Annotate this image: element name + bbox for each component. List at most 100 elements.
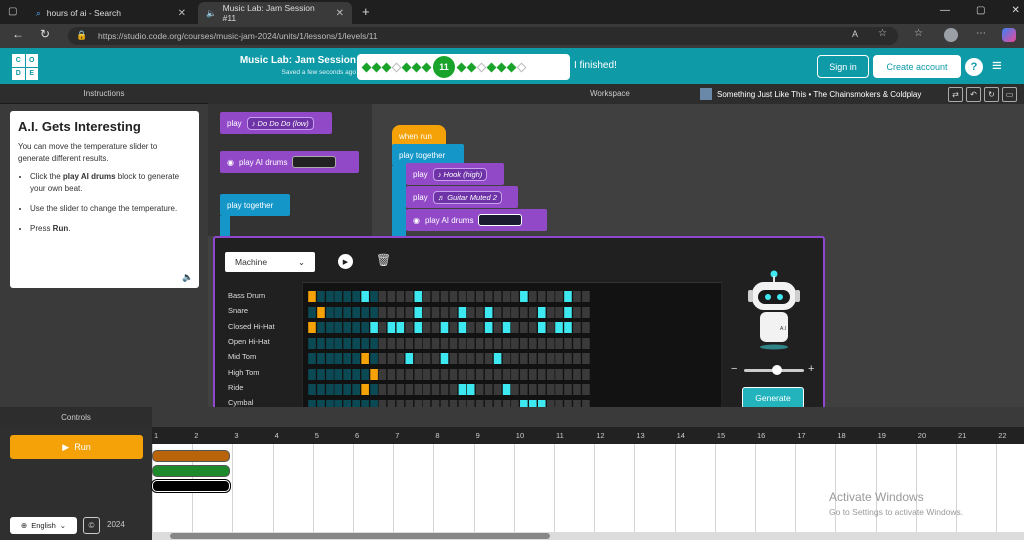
beat-cell[interactable]: [546, 337, 555, 349]
beat-cell[interactable]: [405, 353, 413, 364]
level-dot[interactable]: [456, 62, 467, 72]
generate-button[interactable]: Generate: [742, 387, 804, 409]
beat-cell[interactable]: [537, 353, 546, 364]
beat-cell[interactable]: [458, 368, 466, 380]
current-level-badge[interactable]: 11: [433, 56, 455, 78]
beat-cell[interactable]: [396, 337, 405, 349]
beat-cell[interactable]: [573, 337, 581, 349]
beat-cell[interactable]: [493, 291, 502, 302]
beat-cell[interactable]: [546, 322, 555, 333]
beat-cell[interactable]: [308, 306, 316, 318]
beat-cell[interactable]: [564, 291, 572, 302]
beat-cell[interactable]: [493, 384, 502, 395]
beat-cell[interactable]: [502, 291, 511, 302]
beat-cell[interactable]: [537, 337, 546, 349]
beat-cell[interactable]: [581, 306, 590, 318]
beat-cell[interactable]: [396, 322, 405, 333]
close-tab-icon[interactable]: ✕: [336, 8, 344, 19]
beat-cell[interactable]: [581, 353, 590, 364]
beat-cell[interactable]: [387, 368, 396, 380]
beat-cell[interactable]: [511, 384, 519, 395]
measure-number[interactable]: 16: [757, 431, 765, 440]
beat-cell[interactable]: [555, 353, 564, 364]
beat-cell[interactable]: [440, 353, 449, 364]
beat-cell[interactable]: [317, 384, 325, 395]
beat-cell[interactable]: [520, 322, 528, 333]
level-dot[interactable]: [476, 62, 487, 72]
beat-cell[interactable]: [431, 306, 440, 318]
beat-cell[interactable]: [431, 322, 440, 333]
beat-cell[interactable]: [493, 337, 502, 349]
beat-cell[interactable]: [546, 291, 555, 302]
beat-cell[interactable]: [458, 384, 466, 395]
toolbox-play-together-block[interactable]: play together: [220, 194, 290, 216]
beat-cell[interactable]: [440, 322, 449, 333]
create-account-button[interactable]: Create account: [873, 55, 961, 78]
level-dot[interactable]: [391, 62, 402, 72]
beat-cell[interactable]: [484, 306, 493, 318]
sign-in-button[interactable]: Sign in: [817, 55, 869, 78]
beat-cell[interactable]: [528, 368, 537, 380]
beat-cell[interactable]: [467, 337, 475, 349]
language-selector[interactable]: ⊕ English ⌄: [10, 517, 77, 534]
beat-cell[interactable]: [555, 384, 564, 395]
beat-cell[interactable]: [467, 384, 475, 395]
beat-cell[interactable]: [546, 384, 555, 395]
level-dot[interactable]: [421, 62, 432, 72]
beat-cell[interactable]: [555, 337, 564, 349]
beat-cell[interactable]: [352, 353, 360, 364]
beat-cell[interactable]: [431, 368, 440, 380]
beat-cell[interactable]: [467, 306, 475, 318]
favorites-icon[interactable]: ☆: [914, 28, 923, 39]
beat-cell[interactable]: [334, 291, 343, 302]
beat-cell[interactable]: [396, 368, 405, 380]
beat-cell[interactable]: [546, 368, 555, 380]
tab-actions-icon[interactable]: ▢: [8, 6, 17, 17]
beat-cell[interactable]: [334, 322, 343, 333]
beat-cell[interactable]: [317, 353, 325, 364]
measure-number[interactable]: 7: [395, 431, 399, 440]
beat-cell[interactable]: [361, 306, 369, 318]
temperature-slider-handle[interactable]: [772, 365, 782, 375]
beat-cell[interactable]: [502, 337, 511, 349]
beat-cell[interactable]: [555, 322, 564, 333]
beat-cell[interactable]: [475, 337, 484, 349]
level-dot[interactable]: [516, 62, 527, 72]
measure-number[interactable]: 17: [797, 431, 805, 440]
beat-cell[interactable]: [467, 322, 475, 333]
beat-cell[interactable]: [511, 337, 519, 349]
scrollbar-thumb[interactable]: [170, 533, 550, 539]
beat-cell[interactable]: [378, 368, 387, 380]
beat-cell[interactable]: [352, 322, 360, 333]
beat-cell[interactable]: [378, 337, 387, 349]
beat-cell[interactable]: [352, 306, 360, 318]
measure-number[interactable]: 20: [918, 431, 926, 440]
beat-cell[interactable]: [475, 368, 484, 380]
song-selector[interactable]: Something Just Like This • The Chainsmok…: [700, 88, 921, 100]
play-preview-icon[interactable]: ▶: [338, 254, 353, 269]
beat-cell[interactable]: [414, 337, 422, 349]
level-dot[interactable]: [466, 62, 477, 72]
beat-cell[interactable]: [555, 368, 564, 380]
beat-cell[interactable]: [493, 353, 502, 364]
beat-cell[interactable]: [317, 337, 325, 349]
beat-cell[interactable]: [308, 368, 316, 380]
beat-cell[interactable]: [528, 384, 537, 395]
beat-cell[interactable]: [520, 306, 528, 318]
beat-cell[interactable]: [325, 291, 334, 302]
beat-cell[interactable]: [414, 322, 422, 333]
beat-cell[interactable]: [308, 384, 316, 395]
measure-number[interactable]: 4: [275, 431, 279, 440]
beat-cell[interactable]: [502, 368, 511, 380]
browser-tab-musiclab[interactable]: 🔈 Music Lab: Jam Session #11 ✕: [198, 2, 352, 24]
level-dot[interactable]: [411, 62, 422, 72]
beat-cell[interactable]: [484, 368, 493, 380]
beat-cell[interactable]: [573, 353, 581, 364]
beat-cell[interactable]: [405, 384, 413, 395]
beat-cell[interactable]: [440, 306, 449, 318]
close-tab-icon[interactable]: ✕: [178, 8, 186, 19]
copyright-icon[interactable]: ©: [83, 517, 100, 534]
beat-cell[interactable]: [484, 337, 493, 349]
beat-cell[interactable]: [537, 368, 546, 380]
beat-cell[interactable]: [511, 368, 519, 380]
